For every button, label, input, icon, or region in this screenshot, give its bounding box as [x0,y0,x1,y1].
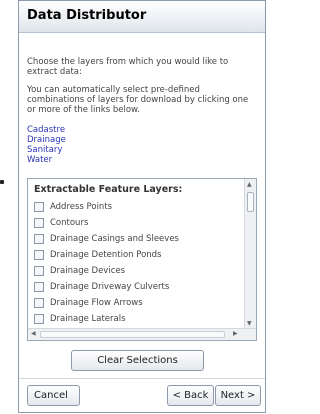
vertical-scrollbar[interactable]: ▲ ▼ [244,179,256,329]
auto-select-text: You can automatically select pre-defined… [27,85,249,115]
layer-label: Drainage Flow Arrows [50,298,143,308]
preset-link-drainage[interactable]: Drainage [27,135,257,145]
panel-content: Choose the layers from which you would l… [19,57,265,165]
data-distributor-panel: Data Distributor Choose the layers from … [18,0,266,413]
layer-item[interactable]: Contours [34,215,179,231]
cancel-button[interactable]: Cancel [27,385,80,406]
horizontal-scrollbar[interactable]: ◀ ▶ [28,328,256,340]
layer-item[interactable]: Drainage Casings and Sleeves [34,231,179,247]
scroll-right-arrow-icon[interactable]: ▶ [233,330,238,337]
checkbox[interactable] [34,250,44,260]
preset-links: Cadastre Drainage Sanitary Water [27,125,257,165]
horizontal-scroll-thumb[interactable] [40,331,225,338]
preset-link-sanitary[interactable]: Sanitary [27,145,257,155]
intro-text: Choose the layers from which you would l… [27,57,229,77]
clear-selections-button[interactable]: Clear Selections [71,350,204,371]
layer-label: Address Points [50,202,113,212]
scroll-up-arrow-icon[interactable]: ▲ [247,181,252,188]
list-header: Extractable Feature Layers: [34,184,183,195]
layer-item[interactable]: Drainage Devices [34,263,179,279]
layer-label: Drainage Casings and Sleeves [50,234,179,244]
preset-link-cadastre[interactable]: Cadastre [27,125,257,135]
pointer-dot [0,180,4,184]
next-button[interactable]: Next > [215,385,261,406]
layer-label: Drainage Detention Ponds [50,250,162,260]
layer-item[interactable]: Drainage Laterals [34,311,179,327]
checkbox[interactable] [34,298,44,308]
footer-divider [19,378,265,379]
layer-label: Drainage Devices [50,266,126,276]
layer-item[interactable]: Drainage Detention Ponds [34,247,179,263]
checkbox[interactable] [34,314,44,324]
layer-label: Drainage Laterals [50,314,126,324]
checkbox[interactable] [34,202,44,212]
layer-item[interactable]: Drainage Driveway Culverts [34,279,179,295]
layer-list: Address Points Contours Drainage Casings… [34,199,179,327]
checkbox[interactable] [34,218,44,228]
scroll-left-arrow-icon[interactable]: ◀ [31,330,36,337]
checkbox[interactable] [34,234,44,244]
checkbox[interactable] [34,282,44,292]
panel-title: Data Distributor [19,1,265,33]
layer-item[interactable]: Drainage Flow Arrows [34,295,179,311]
layer-label: Drainage Driveway Culverts [50,282,170,292]
back-button[interactable]: < Back [167,385,214,406]
vertical-scroll-thumb[interactable] [247,192,254,212]
scroll-down-arrow-icon[interactable]: ▼ [247,320,252,327]
layer-label: Contours [50,218,89,228]
preset-link-water[interactable]: Water [27,155,257,165]
feature-layer-listbox[interactable]: Extractable Feature Layers: Address Poin… [27,178,257,341]
layer-item[interactable]: Address Points [34,199,179,215]
checkbox[interactable] [34,266,44,276]
